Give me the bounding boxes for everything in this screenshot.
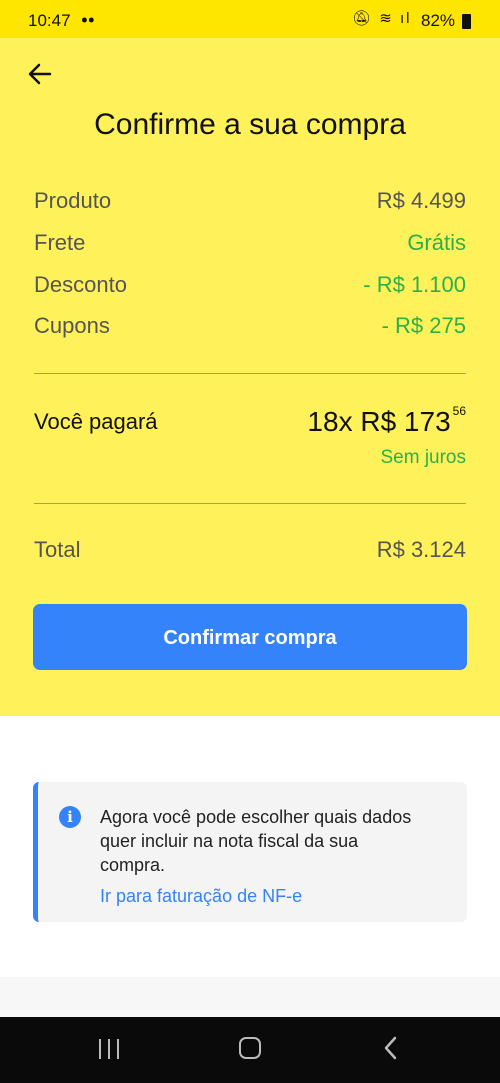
summary-value: - R$ 1.100 <box>363 272 466 297</box>
summary-value: - R$ 275 <box>381 313 466 338</box>
summary-row-desconto: Desconto - R$ 1.100 <box>34 272 466 302</box>
installment-value: 18x R$ 173 <box>307 406 451 437</box>
summary-label: Desconto <box>34 272 127 297</box>
nav-back-icon[interactable] <box>381 1035 401 1061</box>
summary-label: Produto <box>34 188 112 213</box>
installment-amount: 18x R$ 173 56 <box>307 404 466 438</box>
notification-icon: ꔷꔷ <box>81 12 95 28</box>
total-label: Total <box>34 537 81 562</box>
installment-cents: 56 <box>452 404 466 418</box>
status-time: 10:47 <box>28 11 71 30</box>
divider <box>34 503 466 504</box>
info-text: Agora você pode escolher quais dados que… <box>100 807 412 875</box>
recent-apps-icon[interactable] <box>99 1039 121 1059</box>
summary-row-produto: Produto R$ 4.499 <box>34 188 466 218</box>
battery-icon <box>462 14 471 29</box>
nfe-info-card: i Agora você pode escolher quais dados q… <box>33 782 467 922</box>
bottom-strip <box>0 977 500 1017</box>
summary-value: R$ 4.499 <box>376 188 466 213</box>
summary-value: Grátis <box>407 230 466 255</box>
page-title: Confirme a sua compra <box>94 108 406 141</box>
signal-icons: 🔕︎ ≋ ıl <box>352 10 412 27</box>
status-bar: 10:47 ꔷꔷ 🔕︎ ≋ ıl 82% <box>0 0 500 38</box>
nfe-billing-link[interactable]: Ir para faturação de NF-e <box>100 886 302 907</box>
payment-label: Você pagará <box>34 409 158 434</box>
system-nav-bar <box>0 1017 500 1083</box>
summary-row-frete: Frete Grátis <box>34 230 466 260</box>
divider <box>34 373 466 374</box>
confirm-purchase-button[interactable]: Confirmar compra <box>33 604 467 670</box>
interest-note: Sem juros <box>380 447 466 468</box>
summary-label: Cupons <box>34 313 110 338</box>
summary-row-cupons: Cupons - R$ 275 <box>34 313 466 343</box>
total-value: R$ 3.124 <box>376 537 466 562</box>
battery-percent: 82% <box>421 11 456 30</box>
back-arrow-icon[interactable] <box>26 60 54 88</box>
home-icon[interactable] <box>239 1037 261 1059</box>
summary-label: Frete <box>34 230 86 255</box>
info-icon: i <box>59 806 81 828</box>
